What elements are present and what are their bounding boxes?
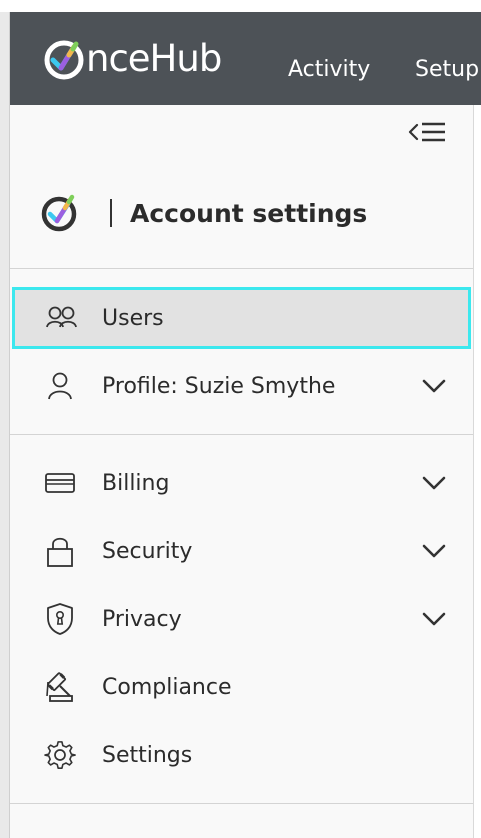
- divider: [10, 803, 473, 804]
- divider: [10, 434, 473, 435]
- sidebar-item-users[interactable]: Users: [12, 287, 471, 349]
- window-top-margin: [0, 0, 481, 12]
- sidebar-item-label: Privacy: [102, 606, 182, 632]
- logo-wordmark: nceHub: [86, 37, 222, 80]
- gear-icon: [43, 738, 77, 772]
- user-icon: [43, 369, 77, 403]
- sidebar-item-billing[interactable]: Billing: [12, 452, 471, 514]
- account-settings-header: Account settings: [38, 191, 367, 235]
- gavel-icon: [43, 670, 77, 704]
- sidebar-item-label: Compliance: [102, 674, 232, 700]
- chevron-down-icon[interactable]: [420, 473, 448, 493]
- sidebar-item-label: Users: [102, 305, 164, 331]
- oncehub-mark-icon: [41, 194, 77, 232]
- sidebar-item-privacy[interactable]: Privacy: [12, 588, 471, 650]
- nav-setup[interactable]: Setup: [415, 57, 479, 82]
- header-divider: [110, 199, 112, 227]
- sidebar-item-security[interactable]: Security: [12, 520, 471, 582]
- logo-o-check-icon: [44, 40, 84, 80]
- collapse-sidebar-button[interactable]: [407, 118, 449, 146]
- top-navigation-bar: nceHub Activity Setup: [10, 12, 481, 105]
- sidebar-item-label: Profile: Suzie Smythe: [102, 373, 336, 399]
- chevron-down-icon[interactable]: [420, 376, 448, 396]
- users-icon: [45, 301, 79, 335]
- shield-icon: [43, 602, 77, 636]
- sidebar-item-profile[interactable]: Profile: Suzie Smythe: [12, 355, 471, 417]
- sidebar-item-compliance[interactable]: Compliance: [12, 656, 471, 718]
- sidebar-item-label: Billing: [102, 470, 170, 496]
- nav-activity[interactable]: Activity: [288, 57, 370, 82]
- chevron-down-icon[interactable]: [420, 541, 448, 561]
- sidebar-item-label: Security: [102, 538, 193, 564]
- sidebar-item-label: Settings: [102, 742, 193, 768]
- divider: [10, 268, 473, 269]
- collapse-menu-icon: [408, 122, 445, 142]
- lock-icon: [43, 534, 77, 568]
- chevron-down-icon[interactable]: [420, 609, 448, 629]
- oncehub-logo[interactable]: nceHub: [42, 36, 222, 82]
- sidebar-item-settings[interactable]: Settings: [12, 724, 471, 786]
- account-settings-sidebar: Account settings Users Profile: Suzie Sm…: [10, 105, 474, 838]
- page-title: Account settings: [130, 198, 368, 228]
- credit-card-icon: [43, 466, 77, 500]
